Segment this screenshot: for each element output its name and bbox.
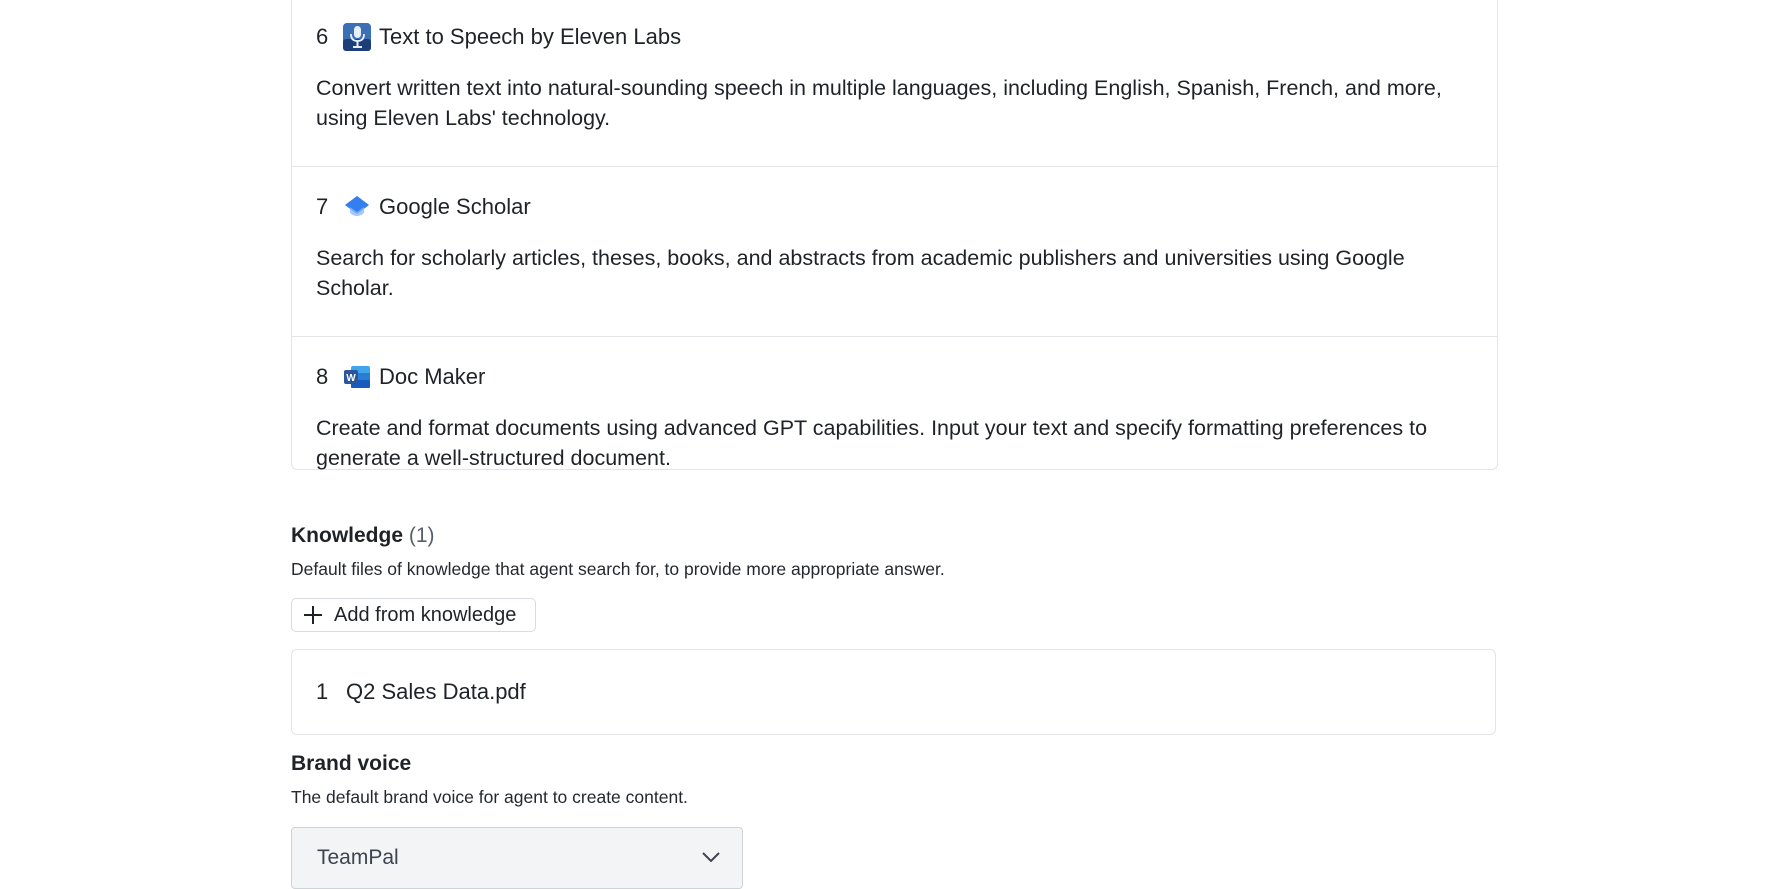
- add-from-knowledge-button[interactable]: Add from knowledge: [291, 598, 536, 632]
- brand-voice-select[interactable]: TeamPal: [291, 827, 743, 889]
- tool-name: Doc Maker: [379, 364, 486, 389]
- tool-number: 7: [316, 194, 329, 219]
- tool-name: Text to Speech by Eleven Labs: [379, 24, 682, 49]
- tool-description: Search for scholarly articles, theses, b…: [316, 246, 1405, 300]
- brand-voice-selected-value: TeamPal: [317, 846, 399, 869]
- word-document-icon: W: [342, 362, 372, 392]
- knowledge-heading: Knowledge (1): [291, 524, 435, 548]
- graduation-cap-icon: [342, 192, 372, 222]
- tool-item-header[interactable]: 8 W Doc Maker: [316, 362, 485, 392]
- tool-item-header[interactable]: 6 Text to Speech by Eleven Labs: [316, 22, 681, 52]
- knowledge-file-item[interactable]: 1 Q2 Sales Data.pdf: [291, 649, 1496, 735]
- brand-voice-subtitle: The default brand voice for agent to cre…: [291, 787, 688, 807]
- knowledge-subtitle: Default files of knowledge that agent se…: [291, 559, 945, 579]
- brand-voice-title: Brand voice: [291, 752, 412, 775]
- tools-list: 6 Text to Speech by Eleven Labs Convert …: [291, 0, 1498, 470]
- microphone-app-icon: [342, 22, 372, 52]
- knowledge-count: (1): [408, 524, 435, 547]
- file-number: 1: [316, 679, 329, 704]
- add-from-knowledge-label: Add from knowledge: [334, 603, 517, 626]
- divider: [292, 166, 1497, 167]
- file-name: Q2 Sales Data.pdf: [346, 679, 526, 704]
- svg-text:W: W: [346, 373, 356, 384]
- plus-icon: [302, 604, 324, 626]
- tool-item-header[interactable]: 7 Google Scholar: [316, 192, 531, 222]
- tool-description: Convert written text into natural-soundi…: [316, 76, 1442, 130]
- knowledge-title: Knowledge: [291, 524, 404, 547]
- chevron-down-icon: [702, 852, 720, 863]
- tool-description: Create and format documents using advanc…: [316, 416, 1428, 470]
- tool-name: Google Scholar: [379, 194, 531, 219]
- divider: [292, 336, 1497, 337]
- tool-number: 6: [316, 24, 329, 49]
- tool-number: 8: [316, 364, 329, 389]
